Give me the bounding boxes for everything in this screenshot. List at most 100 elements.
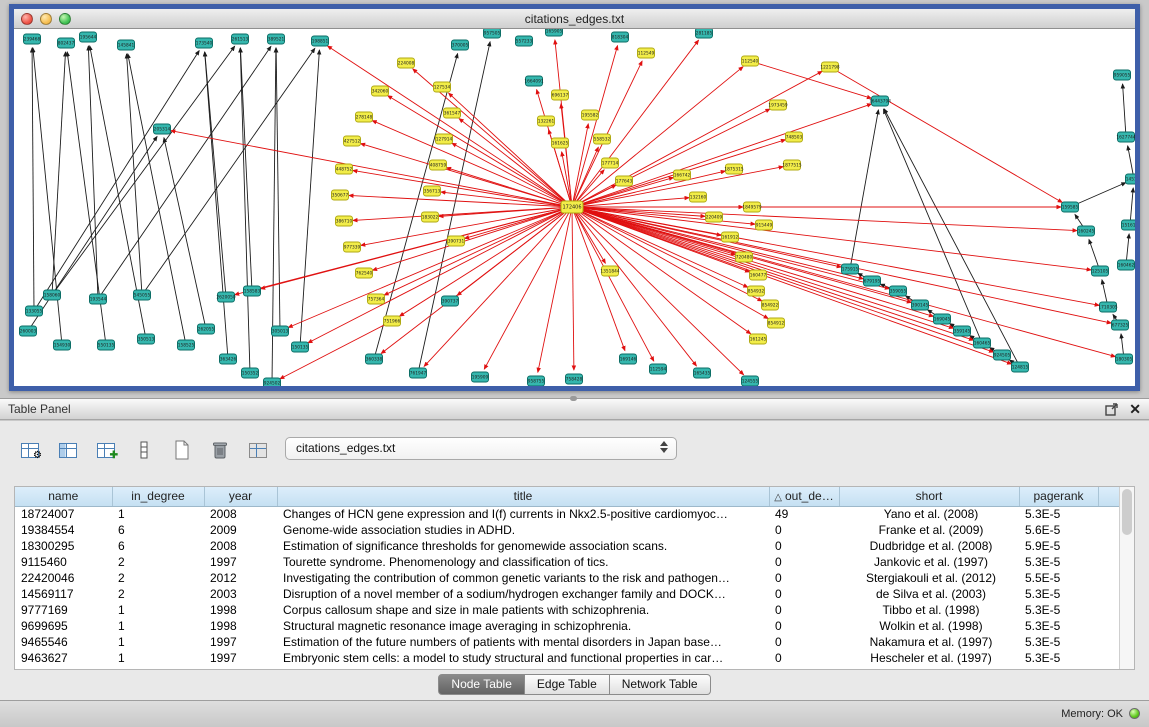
table-cell[interactable]: 1997 (204, 634, 277, 650)
graph-node[interactable]: 133055 (26, 306, 43, 316)
graph-node[interactable]: 112594 (650, 364, 667, 374)
table-cell[interactable]: 5.3E-5 (1019, 586, 1098, 602)
graph-edge[interactable] (572, 207, 1012, 364)
table-cell[interactable]: 1998 (204, 618, 277, 634)
table-cell[interactable]: 5.3E-5 (1019, 650, 1098, 666)
table-cell[interactable]: Structural magnetic resonance image aver… (277, 618, 769, 634)
graph-node[interactable]: 150135 (292, 342, 309, 352)
graph-edge[interactable] (300, 50, 319, 347)
table-cell[interactable]: Dudbridge et al. (2008) (839, 538, 1019, 554)
table-cell[interactable]: Jankovic et al. (1997) (839, 554, 1019, 570)
graph-node[interactable]: 278148 (356, 112, 373, 122)
column-settings-icon[interactable]: ⚙ (18, 438, 42, 462)
graph-node[interactable]: 169045 (934, 314, 951, 324)
table-cell[interactable]: 2 (112, 554, 204, 570)
graph-node[interactable]: 370005 (452, 40, 469, 50)
new-table-icon[interactable] (170, 438, 194, 462)
table-cell[interactable]: Estimation of significance thresholds fo… (277, 538, 769, 554)
graph-node[interactable]: 696137 (552, 90, 569, 100)
graph-edge[interactable] (308, 207, 572, 343)
table-cell[interactable]: 5.9E-5 (1019, 538, 1098, 554)
graph-node[interactable]: 160462 (1118, 260, 1135, 270)
graph-node[interactable]: 150352 (242, 368, 259, 378)
tab-edge-table[interactable]: Edge Table (525, 674, 610, 695)
table-cell[interactable]: 1 (112, 506, 204, 522)
table-cell[interactable]: 2008 (204, 506, 277, 522)
graph-node[interactable]: 165435 (694, 368, 711, 378)
graph-node[interactable]: 165905 (546, 29, 563, 36)
graph-node[interactable]: 151615 (1122, 220, 1136, 230)
graph-node[interactable]: 677325 (1112, 320, 1129, 330)
graph-node[interactable]: 161912 (722, 232, 739, 242)
table-row[interactable]: 1456911722003Disruption of a novel membe… (15, 586, 1121, 602)
graph-node[interactable]: 261513 (232, 34, 249, 44)
table-row[interactable]: 1830029562008Estimation of significance … (15, 538, 1121, 554)
graph-edge[interactable] (361, 207, 572, 245)
graph-edge[interactable] (52, 52, 66, 295)
graph-node[interactable]: 158060 (44, 290, 61, 300)
splitter-handle[interactable] (570, 396, 577, 401)
table-cell[interactable]: 0 (769, 522, 839, 538)
graph-edge[interactable] (572, 124, 588, 207)
table-cell[interactable]: Hescheler et al. (1997) (839, 650, 1019, 666)
float-panel-icon[interactable] (1105, 402, 1119, 416)
table-cell[interactable]: 1 (112, 634, 204, 650)
graph-node[interactable]: 758428 (566, 374, 583, 384)
column-header-name[interactable]: name (15, 487, 112, 506)
graph-node[interactable]: 195909 (472, 372, 489, 382)
close-panel-icon[interactable]: ✕ (1129, 402, 1141, 416)
graph-node[interactable]: 408759 (430, 160, 447, 170)
graph-node[interactable]: 1710305 (1098, 302, 1117, 312)
graph-node[interactable]: 125105 (1092, 266, 1109, 276)
table-row[interactable]: 977716911998Corpus callosum shape and si… (15, 602, 1121, 618)
edit-table-icon[interactable]: ✚ (94, 438, 118, 462)
graph-node[interactable]: 262055 (198, 324, 215, 334)
table-cell[interactable]: 0 (769, 634, 839, 650)
graph-edge[interactable] (418, 42, 490, 373)
column-header-title[interactable]: title (277, 487, 769, 506)
table-cell[interactable]: 0 (769, 554, 839, 570)
table-cell[interactable]: Tourette syndrome. Phenomenology and cla… (277, 554, 769, 570)
graph-node[interactable]: 127534 (434, 82, 451, 92)
graph-node[interactable]: 160245 (1078, 226, 1095, 236)
graph-node[interactable]: 193544 (90, 294, 107, 304)
graph-edge[interactable] (555, 40, 572, 207)
graph-node[interactable]: 1664091 (524, 76, 543, 86)
table-cell[interactable]: 2003 (204, 586, 277, 602)
graph-edge[interactable] (572, 207, 625, 351)
graph-node[interactable]: 977339 (344, 242, 361, 252)
close-window-icon[interactable] (21, 13, 33, 25)
column-header-pagerank[interactable]: pagerank (1019, 487, 1098, 506)
table-cell[interactable]: Disruption of a novel member of a sodium… (277, 586, 769, 602)
graph-node[interactable]: 1875315 (724, 164, 743, 174)
graph-node[interactable]: 390737 (442, 296, 459, 306)
table-cell[interactable]: Yano et al. (2008) (839, 506, 1019, 522)
table-cell[interactable]: 19384554 (15, 522, 112, 538)
graph-edge[interactable] (127, 54, 142, 295)
graph-node[interactable]: 161245 (750, 334, 767, 344)
graph-node[interactable]: 198851 (312, 36, 329, 46)
graph-node[interactable]: 160477 (750, 270, 767, 280)
table-cell[interactable]: Tibbo et al. (1998) (839, 602, 1019, 618)
graph-node[interactable]: 281185 (696, 29, 713, 38)
graph-edge[interactable] (830, 67, 1062, 202)
graph-node[interactable]: 166742 (674, 170, 691, 180)
graph-edge[interactable] (572, 207, 993, 352)
row-height-icon[interactable] (132, 438, 156, 462)
graph-node[interactable]: 16443794 (869, 96, 891, 106)
graph-node[interactable]: 390145 (912, 300, 929, 310)
column-header-year[interactable]: year (204, 487, 277, 506)
table-cell[interactable]: Changes of HCN gene expression and I(f) … (277, 506, 769, 522)
graph-edge[interactable] (205, 52, 228, 359)
minimize-window-icon[interactable] (40, 13, 52, 25)
graph-edge[interactable] (98, 46, 271, 299)
graph-node[interactable]: 205314 (154, 124, 171, 134)
table-cell[interactable]: Genome-wide association studies in ADHD. (277, 522, 769, 538)
graph-node[interactable]: 389521 (268, 34, 285, 44)
graph-edge[interactable] (276, 48, 280, 331)
graph-node[interactable]: 762540 (356, 268, 373, 278)
graph-node[interactable]: 260003 (20, 326, 37, 336)
graph-node[interactable]: 751966 (384, 316, 401, 326)
table-vertical-scrollbar[interactable] (1119, 487, 1134, 669)
graph-edge[interactable] (374, 54, 458, 359)
